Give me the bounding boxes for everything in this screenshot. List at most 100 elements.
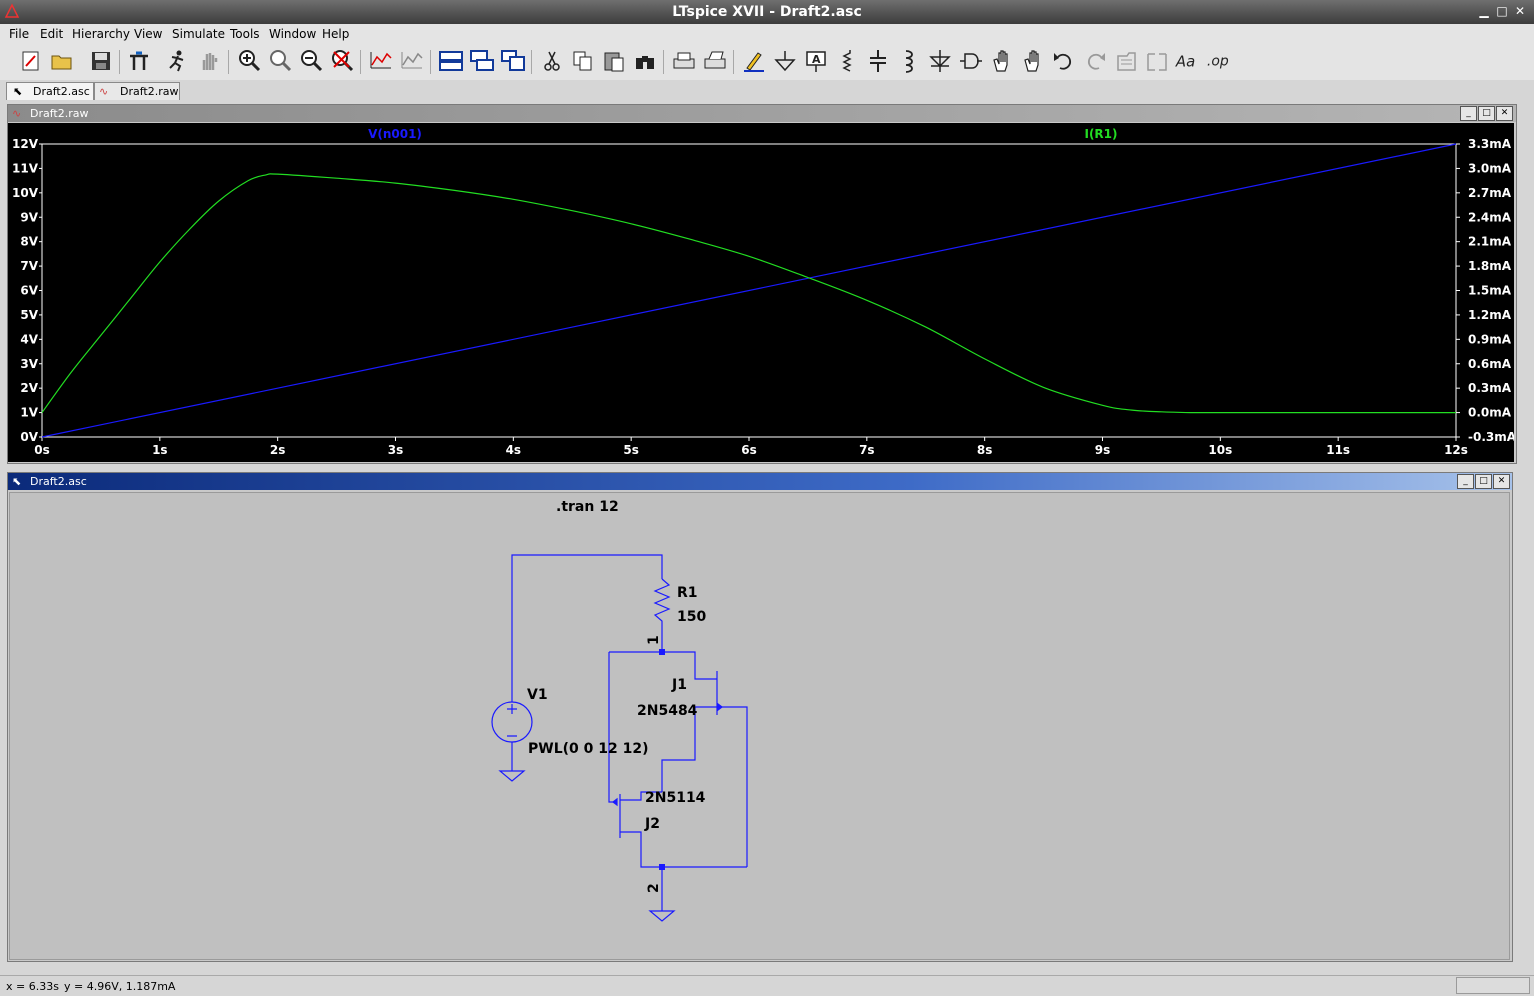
waveform-plot[interactable]: V(n001) I(R1) 0s 1s 2s 3s 4s 5s 6s 7s 8s 9s 10s 11s… bbox=[8, 123, 1514, 462]
wire[interactable] bbox=[717, 706, 748, 867]
tab-draft2-raw[interactable]: ∿ Draft2.raw bbox=[94, 82, 180, 100]
drag-icon[interactable] bbox=[1020, 48, 1046, 76]
save-icon[interactable] bbox=[88, 48, 114, 76]
tran-directive[interactable]: .tran 12 bbox=[556, 499, 619, 515]
wire[interactable] bbox=[511, 554, 663, 702]
manual-limits-icon[interactable] bbox=[399, 48, 425, 76]
x-tick-label: 12s bbox=[1444, 443, 1468, 457]
toolbar: A Aa .op bbox=[0, 44, 1534, 81]
redo-icon[interactable] bbox=[1082, 48, 1108, 76]
zoom-cancel-icon[interactable] bbox=[329, 48, 355, 76]
menu-simulate[interactable]: Simulate bbox=[172, 27, 225, 41]
menu-view[interactable]: View bbox=[134, 27, 162, 41]
y-right-tick-label: 0.3mA bbox=[1468, 381, 1512, 395]
wire[interactable] bbox=[620, 831, 747, 868]
menu-window[interactable]: Window bbox=[269, 27, 316, 41]
tab-label: Draft2.raw bbox=[120, 85, 179, 98]
y-left-tick-label: 2V bbox=[20, 381, 38, 395]
j2-name[interactable]: J2 bbox=[644, 816, 660, 832]
new-schematic-icon[interactable] bbox=[18, 48, 44, 76]
node-1-label[interactable]: 1 bbox=[646, 635, 662, 645]
zoom-out-icon[interactable] bbox=[298, 48, 324, 76]
inductor-icon[interactable] bbox=[896, 48, 922, 76]
gate-arrow-j1 bbox=[717, 702, 723, 712]
run-icon[interactable] bbox=[164, 48, 190, 76]
draw-wire-icon[interactable] bbox=[741, 48, 767, 76]
status-x-readout: x = 6.33s bbox=[6, 980, 59, 993]
label-net-icon[interactable]: A bbox=[803, 48, 829, 76]
plot-maximize-button[interactable]: □ bbox=[1478, 106, 1495, 121]
control-panel-icon[interactable] bbox=[126, 48, 152, 76]
menu-hierarchy[interactable]: Hierarchy bbox=[72, 27, 130, 41]
close-button[interactable]: ✕ bbox=[1512, 3, 1528, 19]
tile-vertical-icon[interactable] bbox=[500, 48, 526, 76]
toolbar-separator bbox=[733, 50, 734, 74]
undo-icon[interactable] bbox=[1051, 48, 1077, 76]
x-tick-label: 5s bbox=[623, 443, 639, 457]
trace-label-vn001[interactable]: V(n001) bbox=[368, 127, 422, 141]
zoom-in-icon[interactable] bbox=[236, 48, 262, 76]
print-icon[interactable] bbox=[671, 48, 697, 76]
v1-value[interactable]: PWL(0 0 12 12) bbox=[528, 741, 649, 757]
cut-icon[interactable] bbox=[539, 48, 565, 76]
menu-edit[interactable]: Edit bbox=[40, 27, 63, 41]
schematic-window: ⬉ Draft2.asc _ □ ✕ .tran 12 R1 150 V1 PW… bbox=[7, 472, 1513, 962]
move-icon[interactable] bbox=[989, 48, 1015, 76]
text-icon[interactable]: Aa bbox=[1175, 48, 1203, 76]
node-2-label[interactable]: 2 bbox=[646, 883, 662, 893]
schematic-tab-icon: ⬉ bbox=[13, 85, 23, 98]
plot-window-title: Draft2.raw bbox=[30, 107, 89, 120]
j1-name[interactable]: J1 bbox=[671, 677, 687, 693]
v1-name[interactable]: V1 bbox=[527, 687, 548, 703]
y-left-tick-label: 3V bbox=[20, 357, 38, 371]
mirror-icon[interactable] bbox=[1144, 48, 1170, 76]
j2-model[interactable]: 2N5114 bbox=[645, 790, 706, 806]
diode-icon[interactable] bbox=[927, 48, 953, 76]
print-setup-icon[interactable] bbox=[702, 48, 728, 76]
status-bar: x = 6.33s y = 4.96V, 1.187mA bbox=[0, 975, 1534, 996]
wire[interactable] bbox=[608, 652, 617, 803]
paste-icon[interactable] bbox=[601, 48, 627, 76]
tab-draft2-asc[interactable]: ⬉ Draft2.asc bbox=[6, 82, 94, 100]
open-icon[interactable] bbox=[49, 48, 75, 76]
minimize-button[interactable]: ▁ bbox=[1476, 3, 1492, 19]
menu-bar: File Edit Hierarchy View Simulate Tools … bbox=[0, 24, 1534, 44]
wire[interactable] bbox=[661, 706, 717, 792]
j1-model[interactable]: 2N5484 bbox=[637, 703, 698, 719]
gate-arrow-j2 bbox=[612, 797, 618, 807]
copy-icon[interactable] bbox=[570, 48, 596, 76]
plot-minimize-button[interactable]: _ bbox=[1460, 106, 1477, 121]
component-icon[interactable] bbox=[958, 48, 984, 76]
tile-horizontal-icon[interactable] bbox=[438, 48, 464, 76]
resistor-icon[interactable] bbox=[834, 48, 860, 76]
cascade-icon[interactable] bbox=[469, 48, 495, 76]
maximize-button[interactable]: □ bbox=[1494, 3, 1510, 19]
plot-close-button[interactable]: ✕ bbox=[1496, 106, 1513, 121]
ground-symbol[interactable] bbox=[648, 910, 676, 922]
halt-icon[interactable] bbox=[196, 48, 222, 76]
y-right-tick-label: 0.9mA bbox=[1468, 332, 1512, 346]
y-left-tick-label: 1V bbox=[20, 406, 38, 420]
zoom-full-icon[interactable] bbox=[267, 48, 293, 76]
y-left-tick-label: 7V bbox=[20, 259, 38, 273]
junction-dot bbox=[659, 649, 665, 655]
capacitor-icon[interactable] bbox=[865, 48, 891, 76]
ground-symbol[interactable] bbox=[498, 742, 526, 782]
wire[interactable] bbox=[609, 651, 717, 680]
plot-window: ∿ Draft2.raw _ □ ✕ V(n001) I(R1) 0s 1s 2s 3… bbox=[7, 104, 1517, 464]
r1-name[interactable]: R1 bbox=[677, 585, 698, 601]
menu-file[interactable]: File bbox=[9, 27, 29, 41]
find-icon[interactable] bbox=[632, 48, 658, 76]
trace-label-ir1[interactable]: I(R1) bbox=[1084, 127, 1117, 141]
y-right-tick-label: 0.0mA bbox=[1468, 406, 1512, 420]
rotate-icon[interactable] bbox=[1113, 48, 1139, 76]
ground-icon[interactable] bbox=[772, 48, 798, 76]
menu-help[interactable]: Help bbox=[322, 27, 349, 41]
polarity-marks bbox=[507, 704, 517, 737]
autorange-icon[interactable] bbox=[368, 48, 394, 76]
toolbar-separator bbox=[119, 50, 120, 74]
menu-tools[interactable]: Tools bbox=[230, 27, 260, 41]
spice-directive-icon[interactable]: .op bbox=[1206, 48, 1234, 76]
r1-value[interactable]: 150 bbox=[677, 609, 706, 625]
y-left-tick-label: 9V bbox=[20, 210, 38, 224]
